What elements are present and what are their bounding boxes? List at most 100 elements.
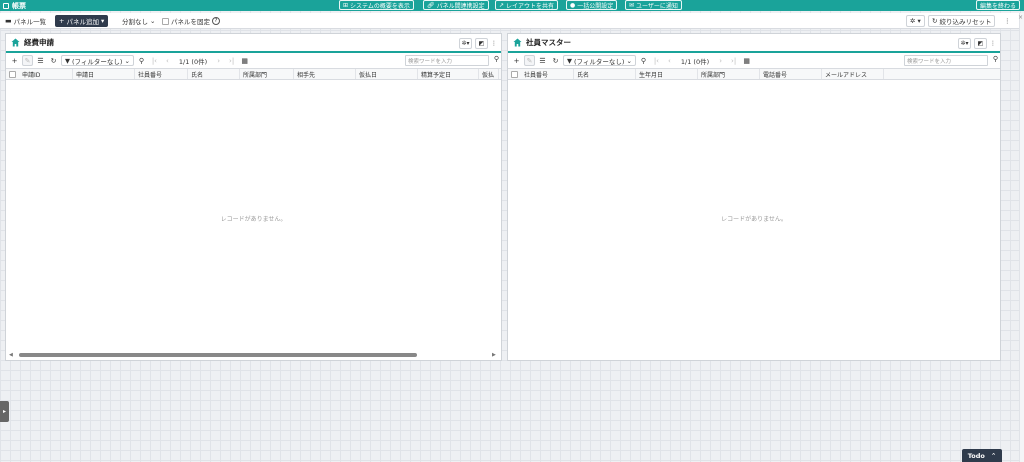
add-record-button[interactable]: + [9,55,20,66]
column-header[interactable]: メールアドレス [822,69,884,79]
column-header[interactable]: 相手先 [294,69,356,79]
todo-button[interactable]: Todo ⌃ [962,449,1002,462]
scroll-thumb[interactable] [19,353,417,357]
add-record-button[interactable]: + [511,55,522,66]
column-header[interactable]: 電話番号 [760,69,822,79]
share-icon: ↗ [499,1,505,9]
empty-message: レコードがありません。 [220,216,287,223]
calendar-icon: ▦ [743,56,750,65]
panel-header: 社員マスター ✲▾ ◩ ⋮ [508,34,1000,53]
edit-button[interactable]: ✎ [524,55,535,66]
panel-title: 社員マスター [526,38,571,47]
fix-panel-toggle[interactable]: パネルを固定 ? [162,15,220,27]
side-panel-handle[interactable]: ▸ [0,401,9,422]
app-icon [3,2,9,9]
panel-more-button[interactable]: ⋮ [990,38,996,49]
filter-select[interactable]: ▼ (フィルターなし) ⌄ [563,55,636,66]
search-toggle-button[interactable]: ⚲ [136,55,147,66]
search-icon[interactable]: ⚲ [993,55,998,63]
panel-employee-master: 社員マスター ✲▾ ◩ ⋮ + ✎ ☰ ↻ ▼ (フィルターなし) ⌄ ⚲ |‹… [507,33,1001,361]
pencil-icon: ✎ [526,56,533,65]
panel-view-button[interactable]: ◩ [974,38,987,49]
system-overview-button[interactable]: ⊞ システムの概要を表示 [339,0,414,10]
scroll-track[interactable] [15,353,492,357]
split-select[interactable]: 分割なし ⌄ [122,15,155,27]
column-header[interactable]: 社員番号 [521,69,574,79]
reload-button[interactable]: ↻ [550,55,561,66]
settings-dropdown-button[interactable]: ✲ ▾ [906,15,925,27]
column-header[interactable]: 仮払日 [356,69,418,79]
column-header[interactable]: 申請ID [19,69,73,79]
search-toggle-button[interactable]: ⚲ [638,55,649,66]
panel-link-settings-button[interactable]: 🔗︎ パネル間連携設定 [423,0,489,10]
first-page-icon: |‹ [653,56,659,65]
scroll-right-icon[interactable]: ▶ [492,352,498,358]
finish-edit-button[interactable]: 編集を終わる [976,0,1021,10]
next-page-button[interactable]: › [213,55,224,66]
list-view-button[interactable]: ☰ [537,55,548,66]
more-menu-button[interactable]: ⋮ [1004,15,1011,27]
reload-button[interactable]: ↻ [48,55,59,66]
last-page-button[interactable]: ›| [728,55,739,66]
column-header[interactable]: 所属部門 [240,69,294,79]
column-header[interactable]: 生年月日 [636,69,698,79]
window-icon: ◩ [478,40,485,47]
app-title: 帳票 [12,1,26,10]
panel-more-button[interactable]: ⋮ [491,38,497,49]
reset-filter-button[interactable]: ↻ 絞り込みリセット [928,15,996,27]
close-icon[interactable]: × [1018,14,1023,21]
kebab-icon: ⋮ [491,40,497,47]
prev-page-button[interactable]: ‹ [664,55,675,66]
column-header[interactable]: 所属部門 [698,69,760,79]
panel-view-button[interactable]: ◩ [475,38,488,49]
horizontal-scrollbar[interactable]: ◀ ▶ [9,352,498,358]
panel-expense: 経費申請 ✲▾ ◩ ⋮ + ✎ ☰ ↻ ▼ (フィルターなし) ⌄ ⚲ |‹ ‹… [5,33,502,361]
filter-icon: ▼ [567,56,572,65]
reset-filter-label: 絞り込みリセット [939,18,992,26]
column-header[interactable]: 精算予定日 [418,69,479,79]
chevron-down-icon: ⌄ [626,56,632,65]
edit-button[interactable]: ✎ [22,55,33,66]
filter-select[interactable]: ▼ (フィルターなし) ⌄ [61,55,134,66]
notify-user-button[interactable]: ✉︎ ユーザーに通知 [625,0,682,10]
bulk-publish-button[interactable]: ● 一括公開設定 [566,0,618,10]
first-page-button[interactable]: |‹ [651,55,662,66]
list-view-button[interactable]: ☰ [35,55,46,66]
search-icon[interactable]: ⚲ [494,55,499,63]
column-header[interactable]: 申請日 [73,69,135,79]
prev-page-button[interactable]: ‹ [162,55,173,66]
fix-panel-label: パネルを固定 [171,18,210,26]
panel-settings-button[interactable]: ✲▾ [459,38,472,49]
chevron-down-icon: ⌄ [150,17,156,25]
bulk-publish-label: 一括公開設定 [577,2,614,10]
panel-tools: + ✎ ☰ ↻ ▼ (フィルターなし) ⌄ ⚲ |‹ ‹ 1/1 (0件) › … [508,53,1000,68]
select-all-checkbox[interactable] [9,70,16,78]
first-page-button[interactable]: |‹ [149,55,160,66]
calendar-button[interactable]: ▦ [741,55,752,66]
panels-icon: ▬ [5,17,12,25]
add-panel-button[interactable]: + パネル追加 ▾ [55,15,109,27]
calendar-button[interactable]: ▦ [239,55,250,66]
panel-list-button[interactable]: ▬ パネル一覧 [5,15,46,27]
filter-icon: ▼ [65,56,70,65]
panel-settings-button[interactable]: ✲▾ [958,38,971,49]
column-header[interactable]: 氏名 [574,69,636,79]
help-icon[interactable]: ? [212,17,220,25]
column-header[interactable]: 社員番号 [135,69,188,79]
last-page-button[interactable]: ›| [226,55,237,66]
refresh-icon: ↻ [50,56,57,65]
page-info: 1/1 (0件) [178,57,208,66]
fix-panel-checkbox[interactable] [162,17,169,25]
refresh-icon: ↻ [552,56,559,65]
system-overview-label: システムの概要を表示 [350,2,410,10]
next-page-button[interactable]: › [715,55,726,66]
refresh-icon: ↻ [932,17,938,25]
select-all-checkbox[interactable] [511,70,518,78]
plus-icon: + [513,56,520,65]
column-header[interactable]: 仮払 [479,69,499,79]
search-input[interactable]: 検索ワードを入力 [904,55,988,66]
share-layout-button[interactable]: ↗ レイアウトを共有 [495,0,559,10]
caret-right-icon: ▸ [2,408,6,415]
search-input[interactable]: 検索ワードを入力 [405,55,489,66]
column-header[interactable]: 氏名 [188,69,240,79]
